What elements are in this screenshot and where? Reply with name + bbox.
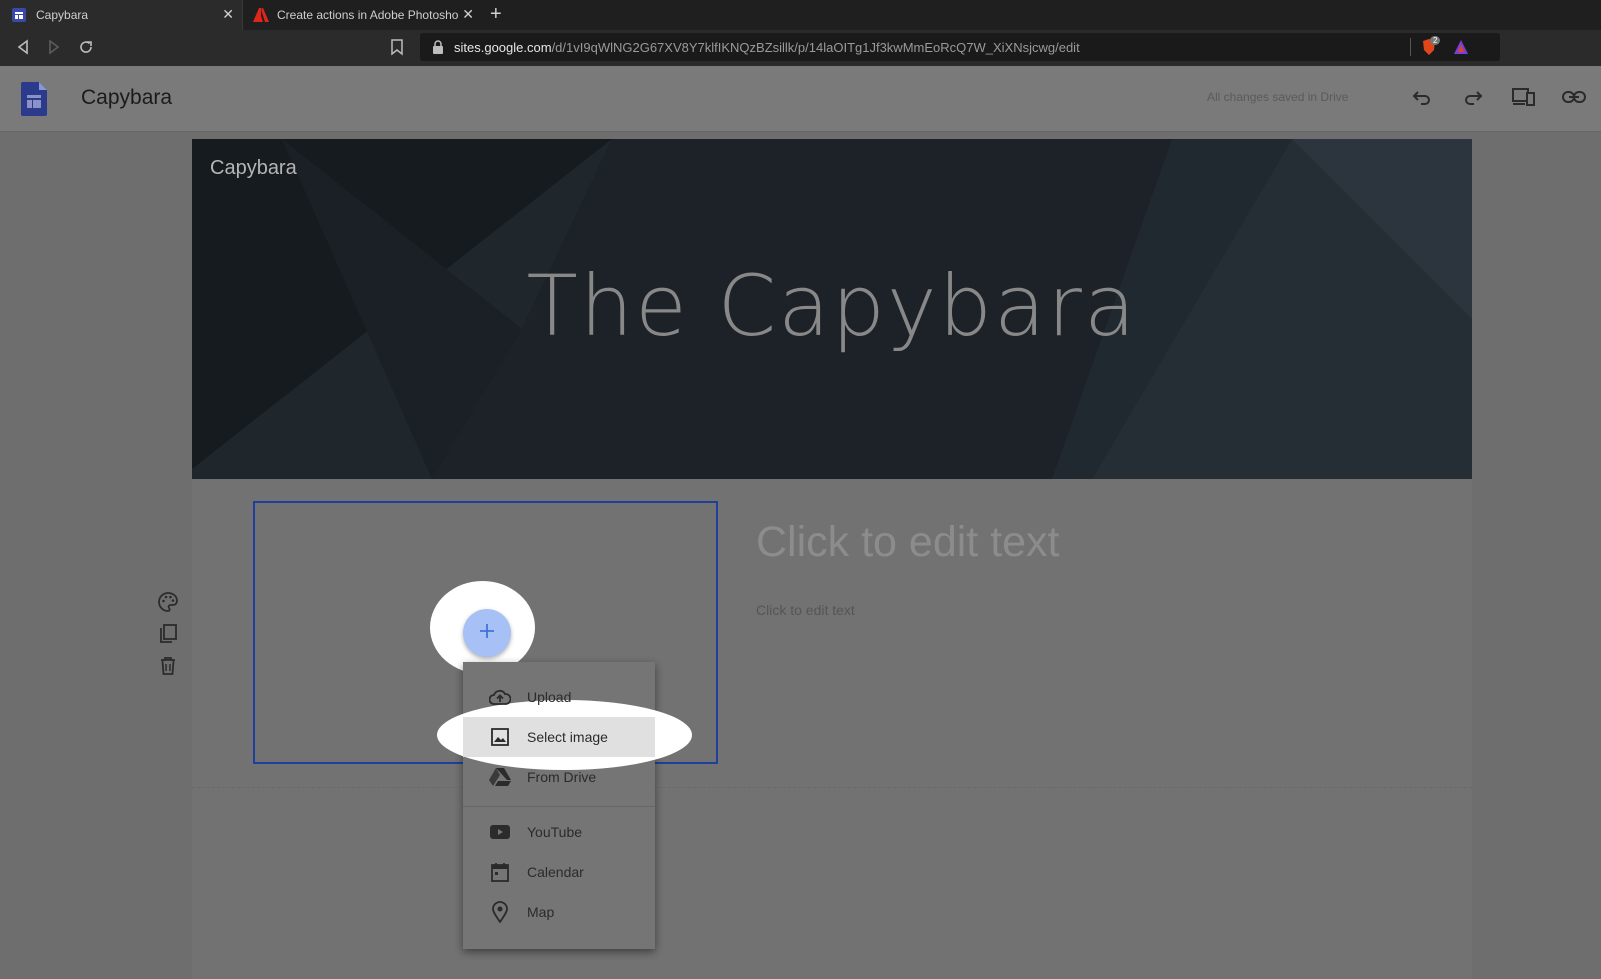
address-divider bbox=[1410, 38, 1411, 56]
menu-item-upload[interactable]: Upload bbox=[463, 677, 655, 717]
map-pin-icon bbox=[489, 901, 511, 923]
tab-adobe[interactable]: Create actions in Adobe Photosho ✕ bbox=[242, 0, 482, 30]
calendar-icon bbox=[489, 861, 511, 883]
menu-item-calendar[interactable]: Calendar bbox=[463, 852, 655, 892]
url-path: /d/1vI9qWlNG2G67XV8Y7klfIKNQzBZsillk/p/1… bbox=[551, 40, 1080, 55]
menu-item-label: Upload bbox=[527, 689, 572, 705]
youtube-icon bbox=[489, 821, 511, 843]
url-text: sites.google.com/d/1vI9qWlNG2G67XV8Y7klf… bbox=[454, 40, 1080, 55]
tab-title: Capybara bbox=[36, 8, 89, 22]
menu-item-label: Select image bbox=[527, 729, 608, 745]
url-host: sites.google.com bbox=[454, 40, 552, 55]
tab-capybara[interactable]: Capybara ✕ bbox=[0, 0, 242, 30]
copy-link-icon[interactable] bbox=[1562, 88, 1586, 111]
brave-rewards-icon[interactable] bbox=[1453, 39, 1469, 60]
menu-item-from-drive[interactable]: From Drive bbox=[463, 757, 655, 797]
save-status: All changes saved in Drive bbox=[1207, 90, 1349, 104]
sites-editor-header: Capybara All changes saved in Drive bbox=[0, 66, 1601, 132]
tab-close-icon[interactable]: ✕ bbox=[222, 7, 234, 21]
menu-item-youtube[interactable]: YouTube bbox=[463, 812, 655, 852]
site-title[interactable]: Capybara bbox=[81, 86, 172, 110]
section-divider bbox=[192, 787, 1472, 788]
menu-divider bbox=[463, 806, 655, 807]
browser-tab-bar: Capybara ✕ Create actions in Adobe Photo… bbox=[0, 0, 1601, 30]
body-text-box[interactable]: Click to edit text bbox=[756, 602, 855, 618]
redo-icon[interactable] bbox=[1462, 86, 1484, 113]
insert-image-button[interactable] bbox=[463, 609, 511, 657]
address-bar[interactable]: sites.google.com/d/1vI9qWlNG2G67XV8Y7klf… bbox=[420, 33, 1500, 61]
menu-item-select-image[interactable]: Select image bbox=[463, 717, 655, 757]
section-style-palette-icon[interactable] bbox=[155, 589, 181, 615]
menu-item-label: From Drive bbox=[527, 769, 597, 785]
page-title[interactable]: The Capybara bbox=[192, 257, 1472, 355]
shield-count-badge: 2 bbox=[1430, 36, 1441, 45]
image-icon bbox=[489, 726, 511, 748]
lock-icon bbox=[432, 40, 444, 59]
undo-icon[interactable] bbox=[1411, 86, 1433, 113]
back-icon[interactable] bbox=[14, 38, 32, 61]
forward-icon[interactable] bbox=[45, 38, 63, 61]
sites-favicon-icon bbox=[12, 8, 26, 22]
header-banner[interactable]: Capybara The Capybara bbox=[192, 139, 1472, 479]
cloud-upload-icon bbox=[489, 686, 511, 708]
browser-toolbar: sites.google.com/d/1vI9qWlNG2G67XV8Y7klf… bbox=[0, 30, 1601, 67]
menu-item-map[interactable]: Map bbox=[463, 892, 655, 932]
plus-icon bbox=[478, 622, 496, 645]
drive-icon bbox=[489, 766, 511, 788]
duplicate-section-icon[interactable] bbox=[155, 621, 181, 647]
banner-site-name: Capybara bbox=[210, 157, 297, 179]
bookmark-icon[interactable] bbox=[390, 38, 404, 61]
tab-title: Create actions in Adobe Photosho bbox=[277, 8, 459, 22]
menu-item-label: YouTube bbox=[527, 824, 583, 840]
reload-icon[interactable] bbox=[77, 38, 95, 61]
adobe-favicon-icon bbox=[253, 8, 269, 22]
preview-devices-icon[interactable] bbox=[1512, 86, 1536, 113]
menu-item-label: Map bbox=[527, 904, 555, 920]
google-sites-logo-icon[interactable] bbox=[21, 82, 47, 121]
tab-close-icon[interactable]: ✕ bbox=[462, 7, 474, 21]
menu-item-label: Calendar bbox=[527, 864, 584, 880]
heading-text-box[interactable]: Click to edit text bbox=[756, 518, 1060, 567]
new-tab-icon[interactable]: + bbox=[490, 4, 502, 24]
delete-section-icon[interactable] bbox=[155, 653, 181, 679]
